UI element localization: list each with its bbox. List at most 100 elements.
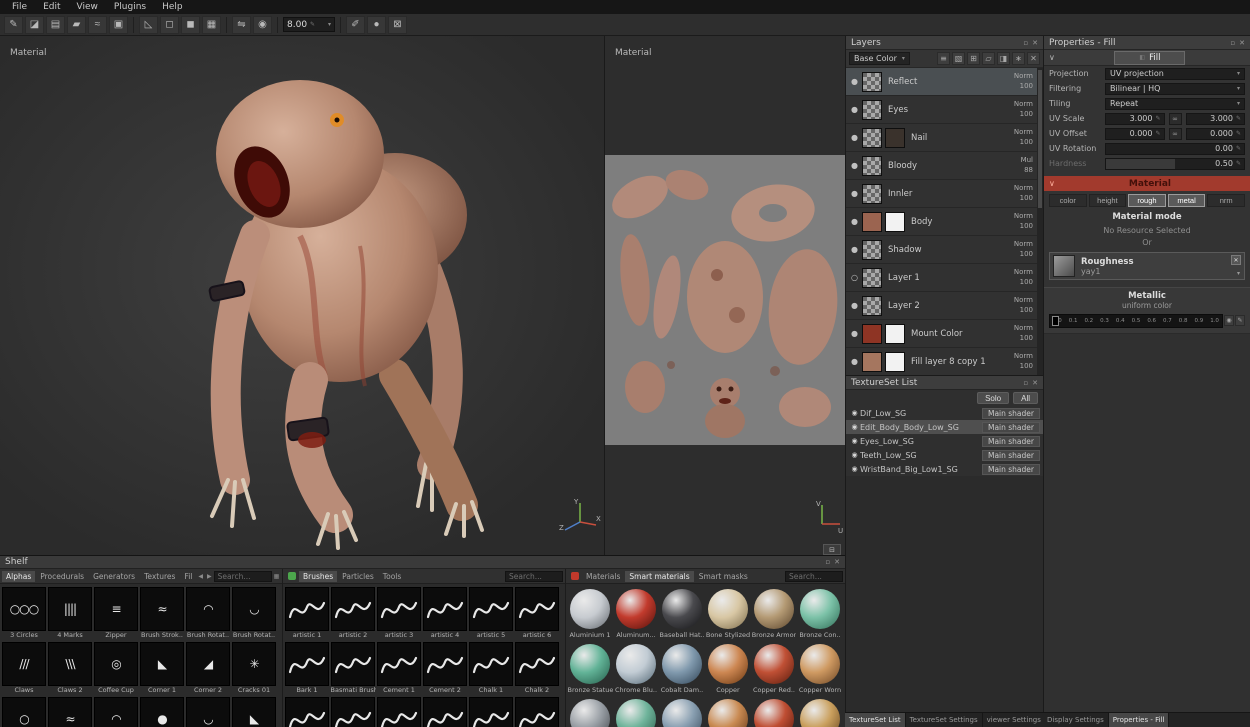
brush-item[interactable]: artistic 2 — [331, 587, 375, 640]
layer-visibility-toggle[interactable]: ● — [848, 329, 861, 338]
brush-thumbnail[interactable] — [377, 642, 421, 686]
tool-button[interactable]: ≈ — [88, 15, 107, 34]
shader-button[interactable]: Main shader — [981, 463, 1040, 475]
material-item[interactable] — [706, 697, 750, 727]
dock-tab[interactable]: TextureSet List — [845, 713, 906, 727]
float-panel-icon[interactable]: ▫ — [1023, 39, 1028, 47]
layer-blend-opacity[interactable]: Norm 100 — [1014, 352, 1033, 371]
layers-toolbar-icon[interactable]: ▧ — [952, 52, 965, 65]
fill-mode-button[interactable]: ◼ — [181, 15, 200, 34]
fill-mode-button[interactable]: ◺ — [139, 15, 158, 34]
layer-row[interactable]: ● Bloody Mul 88 — [846, 152, 1043, 180]
brush-item[interactable]: Chalk 2 — [515, 642, 559, 695]
brush-item[interactable]: artistic 4 — [423, 587, 467, 640]
textureset-row[interactable]: ◉ WristBand_Big_Low1_SG Main shader — [846, 462, 1043, 476]
dock-tab[interactable]: TextureSet Settings — [906, 713, 983, 727]
brush-thumbnail[interactable] — [423, 697, 467, 727]
layer-blend-opacity[interactable]: Norm 100 — [1014, 240, 1033, 259]
material-item[interactable]: Bronze Con.. — [798, 587, 842, 640]
brush-size-field[interactable]: 8.00 ✎ ▾ — [283, 17, 335, 32]
layer-thumbnail[interactable] — [862, 71, 882, 92]
dock-tab[interactable]: Properties - Fill — [1108, 713, 1170, 727]
layer-row[interactable]: ○ Layer 1 Norm 100 — [846, 264, 1043, 292]
brush-thumbnail[interactable] — [515, 697, 559, 727]
brush-item[interactable]: Cement 2 — [423, 642, 467, 695]
layer-visibility-toggle[interactable]: ● — [848, 245, 861, 254]
fill-mode-button[interactable]: ▦ — [202, 15, 221, 34]
layer-row[interactable]: ● Layer 2 Norm 100 — [846, 292, 1043, 320]
material-section-header[interactable]: ∨ Material — [1044, 176, 1250, 191]
material-sphere-thumbnail[interactable] — [754, 699, 794, 727]
alpha-thumbnail[interactable]: ● — [140, 697, 184, 727]
brush-thumbnail[interactable] — [423, 642, 467, 686]
material-sphere-thumbnail[interactable] — [616, 644, 656, 684]
alpha-thumbnail[interactable]: ○ — [2, 697, 46, 727]
shelf-tab[interactable]: Materials — [582, 571, 624, 582]
shelf-tab[interactable]: Procedurals — [36, 571, 88, 582]
alpha-item[interactable]: ◢ Corner 2 — [186, 642, 230, 695]
hardness-field[interactable]: 0.50 ✎ — [1105, 157, 1245, 170]
layer-visibility-toggle[interactable]: ● — [848, 77, 861, 86]
shader-button[interactable]: Main shader — [981, 449, 1040, 461]
brushes-search-input[interactable] — [505, 570, 563, 582]
fill-mode-button[interactable]: ◻ — [160, 15, 179, 34]
color-picker-icon[interactable]: ◉ — [1224, 315, 1234, 326]
textureset-visibility-icon[interactable]: ◉ — [849, 423, 860, 431]
tiling-dropdown[interactable]: Repeat ▾ — [1105, 97, 1245, 110]
layer-blend-opacity[interactable]: Norm 100 — [1014, 184, 1033, 203]
brush-thumbnail[interactable] — [285, 587, 329, 631]
float-panel-icon[interactable]: ▫ — [1023, 379, 1028, 387]
material-item[interactable]: Aluminum... — [614, 587, 658, 640]
layer-row[interactable]: ● Nail Norm 100 — [846, 124, 1043, 152]
material-item[interactable]: Copper — [706, 642, 750, 695]
layer-row[interactable]: ● Fill layer 8 copy 1 Norm 100 — [846, 348, 1043, 375]
fill-section-button[interactable]: ◧ Fill — [1114, 50, 1186, 65]
alpha-item[interactable]: |||| 4 Marks — [48, 587, 92, 640]
uv-scale-y-field[interactable]: 3.000 ✎ — [1185, 112, 1245, 125]
close-panel-icon[interactable]: ✕ — [834, 558, 840, 566]
alpha-item[interactable]: ◣ Corner 1 — [140, 642, 184, 695]
chevron-down-icon[interactable]: ▾ — [1237, 270, 1240, 277]
layers-toolbar-icon[interactable]: ▱ — [982, 52, 995, 65]
material-sphere-thumbnail[interactable] — [570, 589, 610, 629]
alpha-item[interactable]: \\\ Claws 2 — [48, 642, 92, 695]
layer-blend-opacity[interactable]: Mul 88 — [1021, 156, 1033, 175]
brush-thumbnail[interactable] — [331, 587, 375, 631]
pencil-icon[interactable]: ✎ — [1235, 315, 1245, 326]
creature-model-3d[interactable] — [60, 36, 580, 555]
float-panel-icon[interactable]: ▫ — [1230, 39, 1235, 47]
brush-item[interactable]: Cement 1 — [377, 642, 421, 695]
tool-button[interactable]: ✎ — [4, 15, 23, 34]
tool-button[interactable]: ▣ — [109, 15, 128, 34]
alpha-item[interactable]: ✳ Cracks 01 — [232, 642, 276, 695]
uv-offset-x-field[interactable]: 0.000 ✎ — [1105, 127, 1165, 140]
shelf-tab[interactable]: Smart materials — [625, 570, 694, 582]
brush-item[interactable]: artistic 5 — [469, 587, 513, 640]
layer-blend-opacity[interactable]: Norm 100 — [1014, 72, 1033, 91]
channel-toggle-button[interactable]: color — [1049, 194, 1087, 207]
layer-thumbnail[interactable] — [862, 267, 882, 288]
channel-toggle-button[interactable]: height — [1088, 194, 1127, 207]
channel-toggle-button[interactable]: rough — [1128, 194, 1166, 207]
menu-item[interactable]: View — [69, 2, 106, 12]
layer-visibility-toggle[interactable]: ● — [848, 189, 861, 198]
textureset-row[interactable]: ◉ Teeth_Low_SG Main shader — [846, 448, 1043, 462]
layer-blend-opacity[interactable]: Norm 100 — [1014, 128, 1033, 147]
brush-thumbnail[interactable] — [285, 697, 329, 727]
material-item[interactable] — [798, 697, 842, 727]
viewport-collapse-button[interactable]: ⊟ — [823, 544, 841, 555]
viewport-3d-mode-label[interactable]: Material — [10, 48, 47, 58]
layer-row[interactable]: ● Innler Norm 100 — [846, 180, 1043, 208]
tool-button[interactable]: ▰ — [67, 15, 86, 34]
brush-thumbnail[interactable] — [515, 587, 559, 631]
filtering-dropdown[interactable]: Bilinear | HQ ▾ — [1105, 82, 1245, 95]
alpha-item[interactable]: ◎ Coffee Cup — [94, 642, 138, 695]
layer-row[interactable]: ● Mount Color Norm 100 — [846, 320, 1043, 348]
alpha-thumbnail[interactable]: ≈ — [140, 587, 184, 631]
textureset-visibility-icon[interactable]: ◉ — [849, 451, 860, 459]
material-sphere-thumbnail[interactable] — [662, 589, 702, 629]
stroke-tool-button[interactable]: ◉ — [253, 15, 272, 34]
layer-visibility-toggle[interactable]: ● — [848, 161, 861, 170]
layer-mask-thumbnail[interactable] — [885, 127, 905, 148]
alphas-search-input[interactable] — [213, 570, 272, 582]
